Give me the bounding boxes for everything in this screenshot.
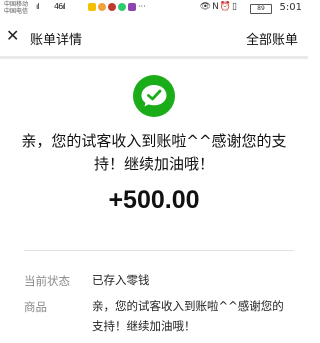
eye-icon: 👁 — [199, 2, 213, 12]
alarm-icon: ⏰ — [219, 2, 233, 12]
app-notification-icon — [118, 3, 126, 11]
nfc-icon: N — [212, 2, 220, 12]
signal-icon: ıl — [36, 2, 40, 11]
notification-icons: ··· — [88, 3, 146, 11]
status-value: 已存入零钱 — [92, 273, 150, 287]
nav-divider — [0, 56, 308, 59]
signal-4g-icon: 46ıl — [54, 2, 66, 11]
close-icon[interactable]: ✕ — [6, 27, 19, 45]
more-notifications-icon: ··· — [138, 2, 146, 11]
carrier-labels: 中国移动 中国电信 — [4, 1, 28, 15]
product-value: 亲，您的试客收入到账啦^^感谢您的支持！继续加油哦！ — [92, 299, 284, 333]
status-label: 当前状态 — [24, 274, 70, 288]
all-bills-link[interactable]: 全部账单 — [246, 29, 298, 48]
status-bar: 中国移动 中国电信 ıl 46ıl ··· 👁N⏰▯ 89 5:01 — [0, 0, 308, 16]
transaction-description: 亲，您的试客收入到账啦^^感谢您的支持！继续加油哦！ — [21, 132, 287, 173]
nav-bar: ✕ 账单详情 全部账单 — [0, 22, 308, 54]
app-notification-icon — [108, 3, 116, 11]
clock: 5:01 — [279, 2, 302, 13]
vibrate-icon: ▯ — [232, 2, 238, 12]
app-notification-icon — [98, 3, 106, 11]
battery-icon: 89 — [250, 4, 272, 14]
transaction-amount: +500.00 — [108, 186, 200, 214]
page-title: 账单详情 — [30, 33, 83, 48]
carrier-1: 中国移动 — [4, 1, 29, 8]
wechat-pay-logo-icon — [133, 75, 175, 117]
section-divider — [24, 250, 294, 251]
product-label: 商品 — [24, 300, 47, 314]
carrier-2: 中国电信 — [4, 8, 29, 15]
system-icons: 👁N⏰▯ — [200, 2, 238, 12]
app-notification-icon — [88, 3, 96, 11]
app-notification-icon — [128, 3, 136, 11]
